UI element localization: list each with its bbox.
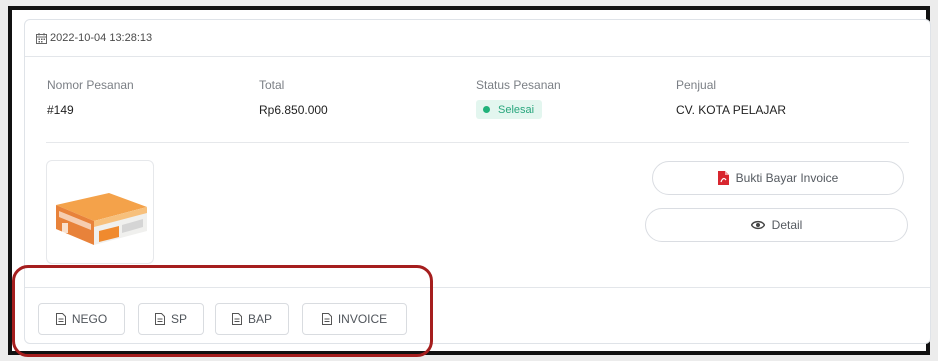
total-value: Rp6.850.000 [259,103,328,117]
order-datetime: 2022-10-04 13:28:13 [50,32,153,44]
status-text: Selesai [498,103,535,116]
detail-label: Detail [771,218,803,232]
order-header: 2022-10-04 13:28:13 [25,20,930,57]
eye-icon [750,220,765,230]
invoice-button[interactable]: INVOICE [302,303,407,335]
product-image[interactable] [46,160,154,264]
detail-button[interactable]: Detail [645,208,908,242]
calendar-icon [36,32,47,44]
status-dot-icon [483,106,490,113]
sp-label: SP [170,312,187,326]
bap-label: BAP [247,312,272,326]
bukti-bayar-invoice-label: Bukti Bayar Invoice [735,171,839,185]
order-card: 2022-10-04 13:28:13 Nomor Pesanan #149 T… [24,19,931,344]
document-icon [321,313,332,325]
nego-button[interactable]: NEGO [38,303,125,335]
nego-label: NEGO [71,312,108,326]
footer-divider [25,287,930,288]
document-icon [154,313,165,325]
status-label: Status Pesanan [476,78,561,92]
status-badge: Selesai [476,100,543,119]
order-number-value: #149 [47,103,74,117]
seller-value: CV. KOTA PELAJAR [676,103,787,117]
total-label: Total [259,78,285,92]
section-divider [46,142,909,143]
document-icon [55,313,66,325]
bap-button[interactable]: BAP [215,303,289,335]
order-number-label: Nomor Pesanan [47,78,134,92]
seller-label: Penjual [676,78,717,92]
document-icon [231,313,242,325]
bukti-bayar-invoice-button[interactable]: Bukti Bayar Invoice [652,161,904,195]
sp-button[interactable]: SP [138,303,204,335]
pdf-file-icon [717,171,729,185]
invoice-label: INVOICE [337,312,388,326]
